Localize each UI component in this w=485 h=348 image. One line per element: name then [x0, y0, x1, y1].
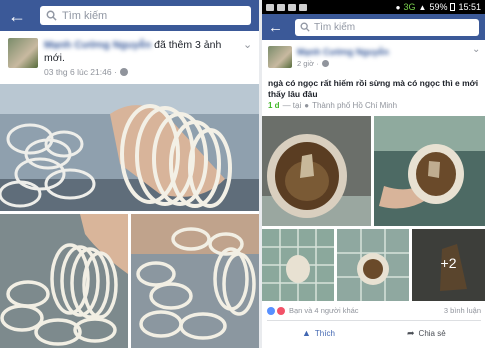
mail-icon — [277, 3, 285, 11]
system-icons: ● 3G ▲ 59% 15:51 — [396, 2, 481, 12]
message-icon — [266, 3, 274, 11]
share-icon: ➦ — [407, 328, 415, 338]
post-timestamp-row: 03 thg 6 lúc 21:46 · — [44, 67, 128, 77]
search-input[interactable]: Tìm kiếm — [40, 6, 251, 25]
wifi-icon: ● — [395, 2, 401, 12]
post-author[interactable]: Mạnh Cường Nguyễn — [297, 47, 389, 57]
back-arrow-icon[interactable]: ← — [8, 7, 26, 25]
globe-icon — [321, 60, 329, 67]
photo-tiles-small[interactable] — [262, 229, 334, 301]
photo-horn-ring-right[interactable] — [374, 116, 485, 226]
post-caption: ngà có ngọc rất hiếm rồi sừng mà có ngọc… — [268, 78, 479, 99]
reactions-row: Bạn và 4 người khác 3 bình luận — [267, 306, 481, 315]
post-options-chevron-icon[interactable]: ⌄ — [243, 38, 252, 51]
post-timestamp[interactable]: 03 thg 6 lúc 21:46 · — [44, 67, 117, 77]
avatar[interactable] — [268, 46, 292, 68]
back-arrow-icon[interactable]: ← — [268, 20, 283, 35]
left-screenshot: ← Tìm kiếm Mạnh Cường Nguyễn đã thêm 3 ả… — [0, 0, 259, 348]
thumbs-up-icon: ▲ — [302, 328, 311, 338]
search-icon — [46, 10, 57, 21]
actions-divider — [267, 320, 481, 321]
photo-bangles-hand[interactable] — [0, 84, 259, 211]
post-timestamp[interactable]: 2 giờ · — [297, 59, 319, 68]
network-type: 3G — [403, 2, 416, 12]
clock: 15:51 — [458, 2, 481, 12]
post-author[interactable]: Mạnh Cường Nguyễn — [44, 39, 151, 51]
share-label: Chia sẻ — [418, 329, 446, 338]
post-timestamp-row: 2 giờ · — [297, 59, 329, 68]
photo-ring-closeup[interactable] — [337, 229, 409, 301]
search-placeholder: Tìm kiếm — [314, 21, 356, 33]
post-options-chevron-icon[interactable]: ⌄ — [472, 44, 480, 55]
signal-icon: ▲ — [418, 2, 427, 12]
photo-horn-tip[interactable]: +2 — [412, 229, 485, 301]
comments-count[interactable]: 3 bình luận — [444, 306, 481, 315]
battery-icon — [450, 3, 456, 11]
like-button[interactable]: ▲ Thích — [302, 328, 335, 338]
status-bar: ● 3G ▲ 59% 15:51 — [262, 0, 485, 14]
photo-bangles-pile[interactable] — [131, 214, 259, 348]
globe-icon — [119, 68, 128, 76]
share-button[interactable]: ➦ Chia sẻ — [407, 328, 446, 339]
search-placeholder: Tìm kiếm — [62, 9, 108, 22]
left-top-bar: ← Tìm kiếm — [0, 0, 259, 31]
chat-icon — [288, 3, 296, 11]
photo-bangles-bag[interactable] — [0, 214, 128, 348]
reactions-text: Bạn và 4 người khác — [289, 306, 359, 315]
avatar[interactable] — [8, 38, 38, 68]
post-location-row: 1 d — tại ● Thành phố Hồ Chí Minh — [268, 101, 397, 110]
notification-icons — [266, 3, 307, 11]
feeling-label: 1 d — [268, 101, 280, 110]
reactions-summary[interactable]: Bạn và 4 người khác — [267, 306, 359, 315]
search-input[interactable]: Tìm kiếm — [295, 18, 479, 36]
photo-horn-ring-left[interactable] — [262, 116, 371, 226]
more-photos-count[interactable]: +2 — [412, 255, 485, 271]
like-reaction-icon — [267, 306, 275, 315]
search-icon — [300, 22, 310, 32]
post-header: Mạnh Cường Nguyễn đã thêm 3 ảnh mới. — [44, 39, 236, 65]
right-screenshot: ● 3G ▲ 59% 15:51 ← Tìm kiếm Mạnh Cường N… — [262, 0, 485, 348]
location-link[interactable]: Thành phố Hồ Chí Minh — [312, 101, 397, 110]
love-reaction-icon — [277, 306, 285, 315]
battery-level: 59% — [429, 2, 448, 12]
location-pin-icon: ● — [304, 101, 310, 110]
location-prefix: — tại — [282, 101, 302, 110]
right-top-bar: ← Tìm kiếm — [262, 14, 485, 40]
like-label: Thích — [314, 328, 335, 338]
app-icon — [299, 3, 307, 11]
